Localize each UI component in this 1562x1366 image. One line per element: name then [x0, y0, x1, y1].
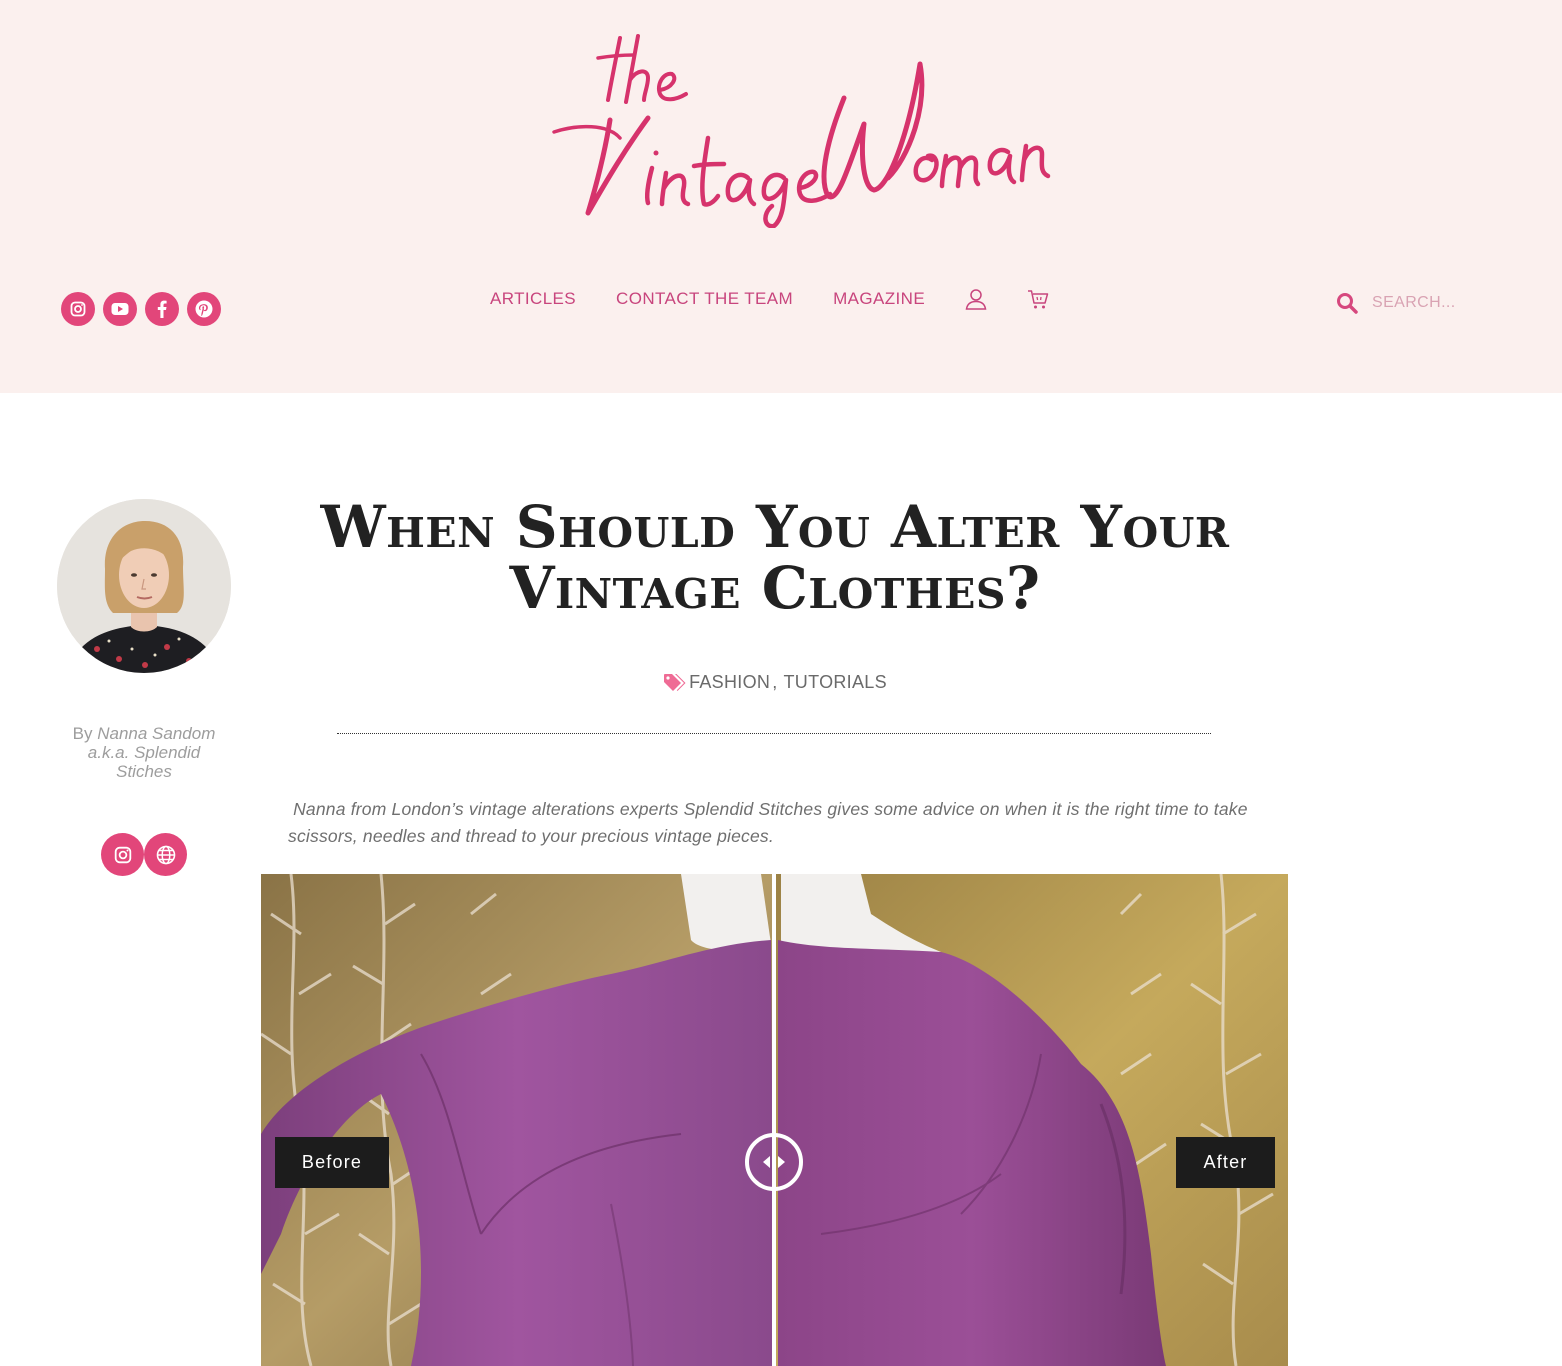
- title-divider: [337, 733, 1211, 734]
- category-separator: ,: [772, 672, 778, 692]
- after-label: After: [1176, 1137, 1275, 1188]
- before-after-slider[interactable]: Before After: [261, 874, 1288, 1366]
- instagram-icon: [70, 301, 86, 317]
- account-button[interactable]: [965, 288, 987, 310]
- instagram-link[interactable]: [61, 292, 95, 326]
- header-social-links: [61, 292, 221, 326]
- author-social-links: [101, 833, 187, 876]
- youtube-link[interactable]: [103, 292, 137, 326]
- author-avatar: [57, 499, 231, 673]
- byline-prefix: By: [72, 724, 93, 743]
- author-name[interactable]: Nanna Sandom a.k.a. Splendid Stiches: [88, 724, 216, 781]
- pinterest-icon: [195, 300, 213, 318]
- facebook-icon: [157, 300, 167, 318]
- article-title: When Should You Alter Your Vintage Cloth…: [320, 493, 1230, 622]
- nav-articles[interactable]: ARTICLES: [490, 289, 576, 309]
- site-header: ARTICLES CONTACT THE TEAM MAGAZINE: [0, 0, 1562, 393]
- youtube-icon: [111, 303, 129, 315]
- facebook-link[interactable]: [145, 292, 179, 326]
- search-input[interactable]: [1372, 294, 1482, 312]
- instagram-icon: [114, 846, 131, 863]
- tags-icon: [664, 673, 686, 691]
- cart-icon: [1028, 290, 1049, 309]
- author-byline: By Nanna Sandom a.k.a. Splendid Stiches: [62, 724, 226, 781]
- cart-button[interactable]: [1027, 288, 1049, 310]
- search-form: [1336, 292, 1482, 314]
- search-icon[interactable]: [1336, 292, 1358, 314]
- author-instagram-link[interactable]: [101, 833, 144, 876]
- category-fashion[interactable]: FASHION: [689, 672, 770, 693]
- site-logo[interactable]: [548, 28, 1052, 228]
- user-icon: [965, 289, 987, 310]
- article-categories: FASHION, TUTORIALS: [262, 672, 1288, 693]
- author-website-link[interactable]: [144, 833, 187, 876]
- article-intro: Nanna from London’s vintage alterations …: [288, 799, 1253, 846]
- category-tutorials[interactable]: TUTORIALS: [784, 672, 887, 693]
- main-nav: ARTICLES CONTACT THE TEAM MAGAZINE: [490, 288, 1089, 310]
- slider-divider-line[interactable]: [772, 874, 776, 1366]
- nav-magazine[interactable]: MAGAZINE: [833, 289, 925, 309]
- before-label: Before: [275, 1137, 389, 1188]
- globe-icon: [156, 845, 175, 864]
- chevron-right-icon: [778, 1156, 785, 1168]
- nav-contact-the-team[interactable]: CONTACT THE TEAM: [616, 289, 793, 309]
- slider-handle[interactable]: [745, 1133, 803, 1191]
- pinterest-link[interactable]: [187, 292, 221, 326]
- chevron-left-icon: [763, 1156, 770, 1168]
